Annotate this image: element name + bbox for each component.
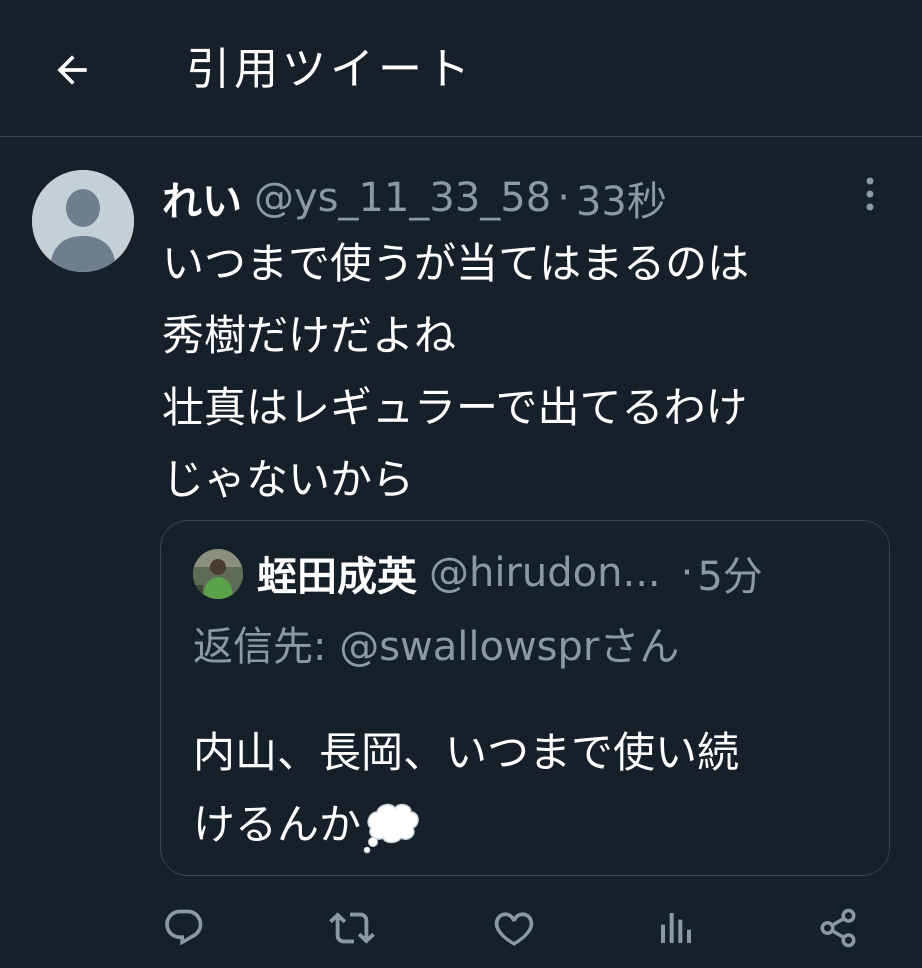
- share-button[interactable]: [810, 900, 866, 956]
- author-handle[interactable]: @ys_11_33_58: [254, 175, 551, 221]
- retweet-icon: [329, 912, 375, 944]
- like-icon: [494, 912, 534, 946]
- avatar[interactable]: [32, 170, 134, 272]
- separator-dot: ·: [557, 175, 570, 221]
- back-button[interactable]: [44, 42, 100, 98]
- more-vertical-icon: [866, 177, 874, 211]
- default-profile-icon: [32, 170, 134, 272]
- thought-balloon-icon: [363, 802, 421, 854]
- analytics-button[interactable]: [648, 900, 704, 956]
- quoted-tweet-text: 内山、長岡、いつまで使い続 けるんか: [193, 717, 873, 861]
- quote-tweets-screen: 引用ツイート れい @ys_11_33_58 · 33秒 いつまで使うが当てはま…: [0, 0, 922, 968]
- quoted-tweet-body: 内山、長岡、いつまで使い続 けるんか: [193, 728, 740, 849]
- reply-to-handle: @swallowspr: [339, 624, 600, 670]
- separator-dot: ·: [680, 550, 694, 596]
- arrow-left-icon: [57, 55, 87, 85]
- author-name[interactable]: れい: [162, 169, 242, 227]
- header-bar: 引用ツイート: [0, 0, 922, 137]
- tweet-actions-bar: [160, 900, 880, 960]
- tweet-header: れい @ys_11_33_58 · 33秒: [162, 170, 667, 226]
- more-options-button[interactable]: [850, 172, 890, 216]
- quoted-tweet-timestamp: 5分: [697, 554, 763, 600]
- quoted-tweet-header: 蛭田成英 @hirudon... · 5分: [257, 543, 867, 603]
- page-title: 引用ツイート: [186, 44, 474, 95]
- tweet-text: いつまで使うが当てはまるのは 秀樹だけだよね 壮真はレギュラーで出てるわけ じゃ…: [162, 239, 750, 504]
- reply-to-suffix: さん: [599, 624, 680, 670]
- like-button[interactable]: [486, 900, 542, 956]
- quoted-author-avatar: [193, 549, 243, 599]
- share-icon: [820, 908, 856, 948]
- quoted-author-handle: @hirudon...: [429, 550, 661, 596]
- retweet-button[interactable]: [324, 900, 380, 956]
- quoted-author-name: 蛭田成英: [257, 554, 417, 600]
- reply-to-prefix: 返信先:: [193, 624, 340, 670]
- analytics-icon: [661, 913, 691, 943]
- reply-button[interactable]: [156, 900, 212, 956]
- quoted-tweet-card[interactable]: 蛭田成英 @hirudon... · 5分 返信先: @swallowsprさん…: [160, 520, 890, 876]
- profile-photo-icon: [193, 549, 243, 599]
- reply-to-line: 返信先: @swallowsprさん: [193, 617, 679, 677]
- tweet-timestamp[interactable]: 33秒: [576, 169, 667, 227]
- reply-icon: [165, 909, 203, 946]
